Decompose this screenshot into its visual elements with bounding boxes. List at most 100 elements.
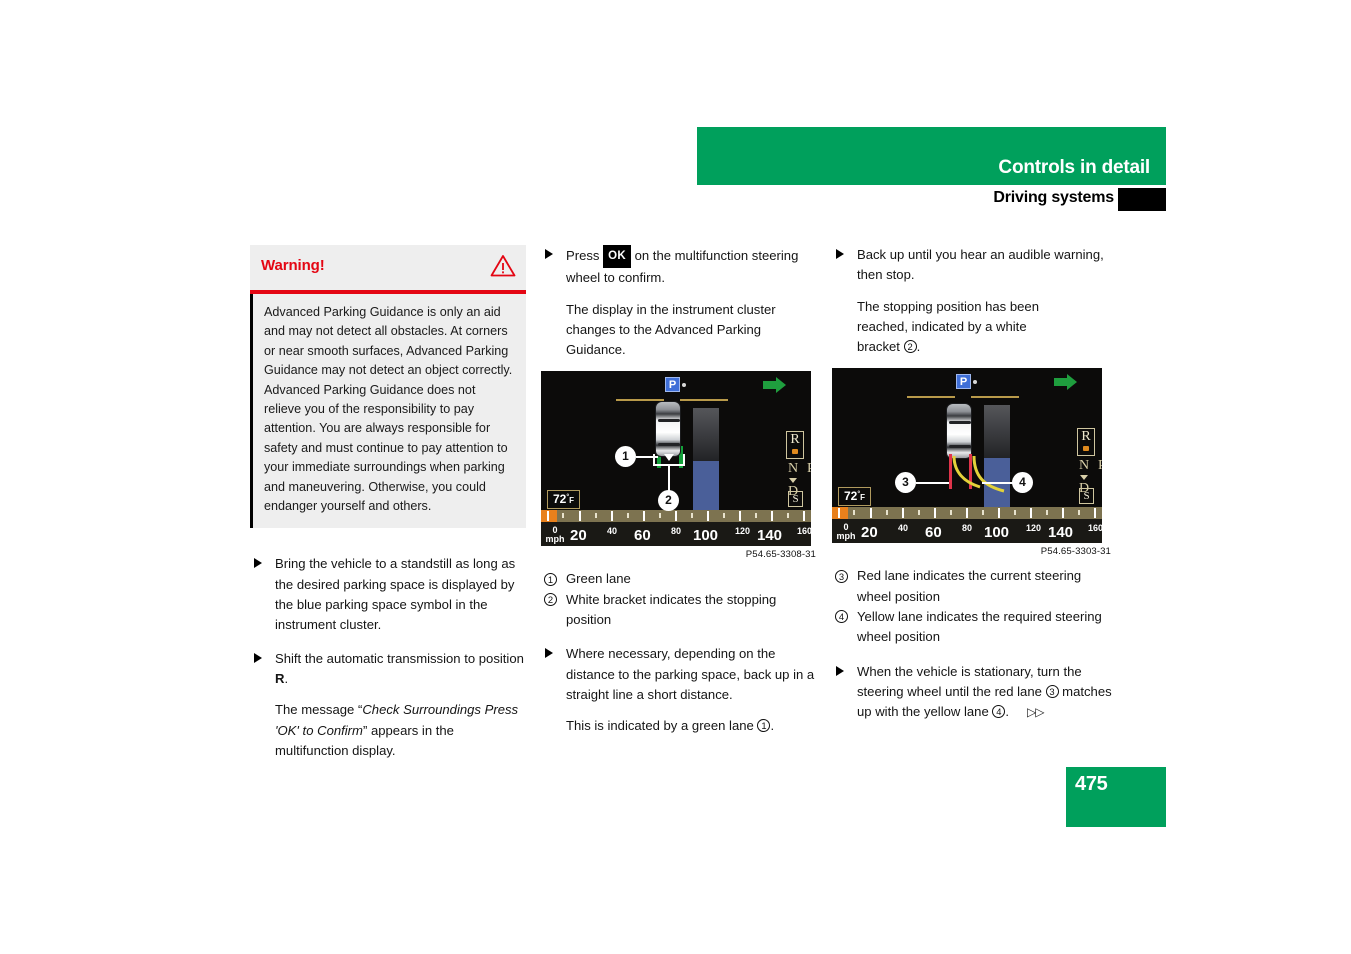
speed-tick-20: 20 — [861, 524, 878, 542]
bullet-triangle-icon — [545, 249, 553, 259]
speed-tick-60: 60 — [925, 524, 942, 542]
speed-tick-40: 40 — [607, 526, 618, 537]
list-item: Shift the automatic transmission to posi… — [250, 649, 526, 690]
speed-tick-160: 160 — [797, 526, 811, 537]
figure-caption: P54.65-3303-31 — [1040, 546, 1111, 558]
figure-cluster-red-yellow-lane: P 3 4 R N P D 72°F S 0 mph 20 40 60 80 1… — [832, 368, 1112, 557]
speed-tick-80: 80 — [962, 523, 973, 534]
white-triangle-marker — [664, 454, 674, 462]
note-prefix: This is indicated by a green lane — [566, 718, 758, 734]
vehicle-icon — [655, 401, 681, 458]
curb-line-right — [680, 399, 728, 402]
temperature-unit: F — [860, 493, 866, 503]
header-green-band: Controls in detail — [697, 127, 1166, 185]
callout-ref-2: 2 — [544, 592, 557, 606]
speed-unit-label: mph — [545, 534, 565, 545]
note-suffix: . — [916, 339, 921, 355]
column-left: Warning! Advanced Parking Guidance is on… — [250, 245, 526, 774]
list-item-text: Back up until you hear an audible warnin… — [857, 247, 1104, 283]
warning-title: Warning! — [261, 257, 325, 274]
parking-space-icon: P — [665, 377, 680, 393]
page-number: 475 — [1075, 773, 1108, 795]
callout-ref-3: 3 — [835, 569, 848, 583]
callout-marker-2: 2 — [658, 490, 679, 512]
section-subtitle: Driving systems — [993, 189, 1114, 206]
callout-ref-4: 4 — [992, 705, 1006, 719]
speed-tick-140: 140 — [1048, 524, 1074, 542]
figure-legend: 1 Green lane 2 White bracket indicates t… — [541, 569, 817, 630]
column-right: Back up until you hear an audible warnin… — [832, 245, 1112, 736]
speed-tick-60: 60 — [634, 527, 651, 545]
gear-active-dot — [792, 449, 798, 455]
note-prefix: The stopping position has been reached, … — [857, 298, 1039, 355]
speed-tick-140: 140 — [757, 527, 783, 545]
list-item: Back up until you hear an audible warnin… — [832, 245, 1112, 286]
gear-indicator-p: P — [807, 461, 811, 477]
speed-tick-120: 120 — [1026, 523, 1042, 534]
speed-unit-label: mph — [836, 531, 856, 542]
gear-indicator-p: P — [1098, 458, 1102, 474]
instrument-cluster-display: P 1 2 R N P D 72°F S 0 mph 20 40 60 80 1… — [541, 371, 811, 547]
legend-item: 2 White bracket indicates the stopping p… — [541, 590, 817, 631]
continuation-marker: ▷▷ — [1027, 705, 1044, 720]
legend-item-text: Green lane — [566, 571, 631, 587]
note-text: The stopping position has been reached, … — [832, 297, 1112, 358]
ok-button-badge[interactable]: OK — [603, 245, 631, 269]
warning-box: Warning! Advanced Parking Guidance is on… — [250, 245, 526, 529]
gear-indicator-r: R — [786, 431, 804, 460]
parking-space-marker-dot — [682, 383, 686, 388]
warning-body-wrap: Advanced Parking Guidance is only an aid… — [250, 294, 526, 529]
warning-body-text: Advanced Parking Guidance is only an aid… — [264, 305, 513, 514]
list-item-text-pre: Press — [566, 248, 604, 263]
legend-item: 3 Red lane indicates the current steerin… — [832, 566, 1112, 607]
callout-ref-4: 4 — [835, 610, 848, 624]
legend-item-text: Yellow lane indicates the required steer… — [857, 609, 1102, 645]
scale-start-marker — [832, 507, 848, 520]
speedometer-scale: 0 mph 20 40 60 80 100 120 140 160 — [832, 507, 1102, 544]
list-item-text: Bring the vehicle to a standstill as lon… — [275, 556, 516, 633]
list-item: Where necessary, depending on the distan… — [541, 644, 817, 705]
callout-ref-2: 2 — [903, 340, 917, 354]
list-item-text-pre: Shift the automatic transmission to posi… — [275, 650, 524, 666]
temperature-readout: 72°F — [547, 490, 581, 510]
page-number-block: 475 — [1066, 767, 1166, 827]
warning-triangle-icon — [490, 254, 516, 277]
gear-indicator-r: R — [1077, 428, 1095, 457]
gear-indicator-n: N — [1079, 458, 1090, 474]
list-item-text: Where necessary, depending on the distan… — [566, 646, 815, 702]
column-middle: Press OK on the multifunction steering w… — [541, 245, 817, 750]
scale-start-marker — [541, 510, 557, 523]
callout-leader-3 — [916, 482, 949, 485]
callout-leader-4 — [982, 482, 1014, 485]
legend-item: 4 Yellow lane indicates the required ste… — [832, 607, 1112, 648]
note-text: This is indicated by a green lane 1. — [541, 716, 817, 736]
list-item-text-post: . — [284, 670, 289, 686]
bullet-triangle-icon — [836, 249, 844, 259]
speed-tick-40: 40 — [898, 523, 909, 534]
bullet-triangle-icon — [545, 648, 553, 659]
list-item: When the vehicle is stationary, turn the… — [832, 662, 1112, 723]
legend-item-text: White bracket indicates the stopping pos… — [566, 591, 777, 628]
bullet-triangle-icon — [836, 665, 844, 676]
speed-tick-100: 100 — [984, 524, 1010, 542]
note-suffix: . — [770, 718, 775, 734]
bullet-triangle-icon — [254, 652, 262, 663]
gear-active-dot — [1083, 446, 1089, 452]
temperature-value: 72 — [844, 489, 858, 504]
figure-cluster-green-lane: P 1 2 R N P D 72°F S 0 mph 20 40 60 80 1… — [541, 371, 817, 560]
note-text: The message “Check Surroundings Press 'O… — [250, 700, 526, 761]
callout-ref-1: 1 — [544, 572, 557, 586]
note-prefix: The message “ — [275, 702, 363, 718]
header-subtitle-row: Driving systems — [697, 188, 1166, 211]
callout-ref-3: 3 — [1045, 684, 1059, 698]
parking-space-bar — [693, 408, 719, 514]
temperature-readout: 72°F — [838, 487, 872, 507]
curb-line-left — [616, 399, 664, 402]
scale-band — [832, 507, 1102, 520]
callout-leader-1 — [636, 456, 658, 459]
callout-marker-1: 1 — [615, 446, 636, 468]
legend-item-text: Red lane indicates the current steering … — [857, 568, 1082, 604]
speedometer-scale: 0 mph 20 40 60 80 100 120 140 160 — [541, 510, 811, 547]
list-item-text-c: . — [1005, 704, 1010, 720]
list-item: Bring the vehicle to a standstill as lon… — [250, 554, 526, 635]
